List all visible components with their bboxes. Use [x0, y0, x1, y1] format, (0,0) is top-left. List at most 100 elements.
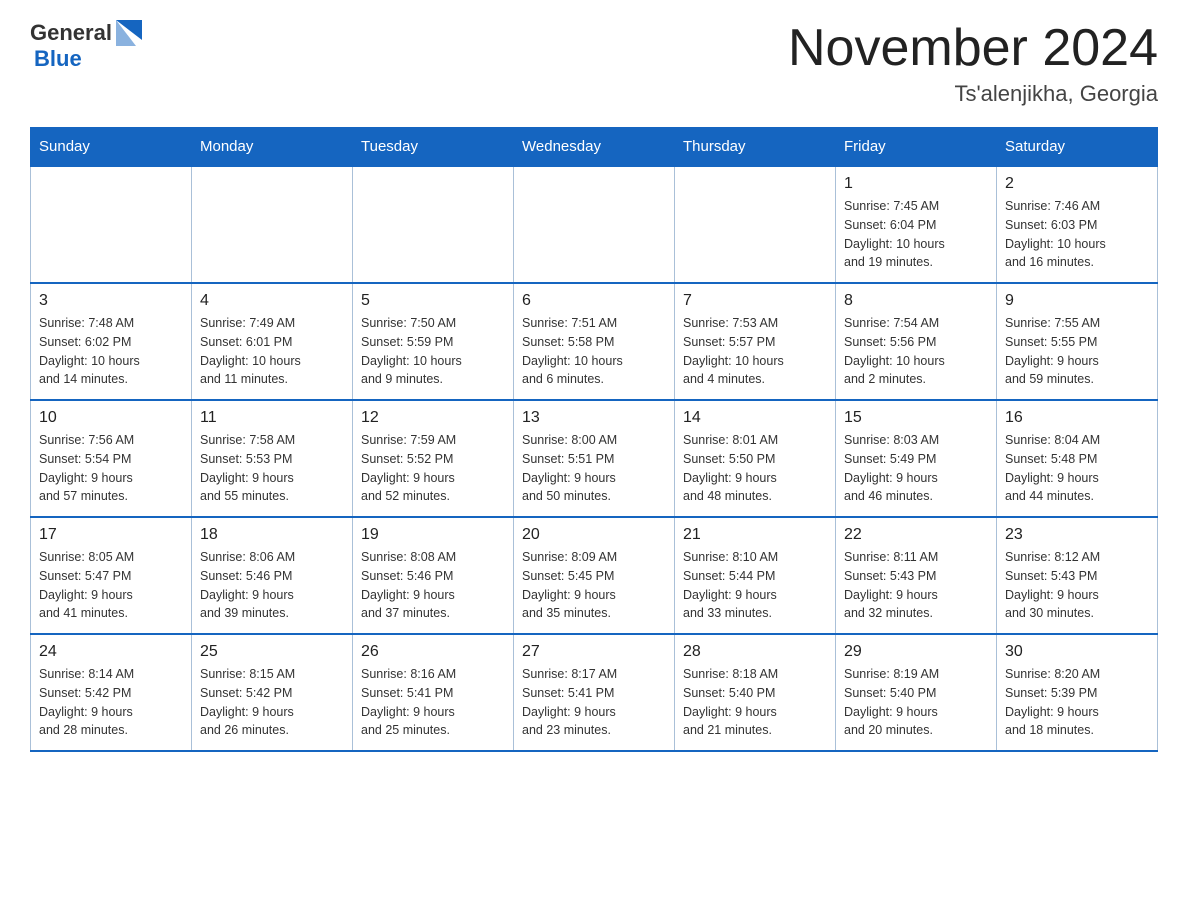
day-header-thursday: Thursday: [675, 128, 836, 167]
calendar-cell: 15 Sunrise: 8:03 AM Sunset: 5:49 PM Dayli…: [836, 400, 997, 517]
day-header-friday: Friday: [836, 128, 997, 167]
logo-blue-text: Blue: [34, 46, 82, 72]
day-header-tuesday: Tuesday: [353, 128, 514, 167]
day-number: 8: [844, 292, 988, 310]
day-info: Sunrise: 7:50 AM Sunset: 5:59 PM Dayligh…: [361, 314, 505, 389]
day-info: Sunrise: 8:01 AM Sunset: 5:50 PM Dayligh…: [683, 431, 827, 506]
day-number: 4: [200, 292, 344, 310]
day-info: Sunrise: 8:03 AM Sunset: 5:49 PM Dayligh…: [844, 431, 988, 506]
day-number: 22: [844, 526, 988, 544]
day-info: Sunrise: 8:20 AM Sunset: 5:39 PM Dayligh…: [1005, 665, 1149, 740]
day-number: 18: [200, 526, 344, 544]
day-info: Sunrise: 8:15 AM Sunset: 5:42 PM Dayligh…: [200, 665, 344, 740]
calendar-cell: 7Sunrise: 7:53 AM Sunset: 5:57 PM Daylig…: [675, 283, 836, 400]
day-info: Sunrise: 8:16 AM Sunset: 5:41 PM Dayligh…: [361, 665, 505, 740]
day-info: Sunrise: 8:19 AM Sunset: 5:40 PM Dayligh…: [844, 665, 988, 740]
day-info: Sunrise: 8:05 AM Sunset: 5:47 PM Dayligh…: [39, 548, 183, 623]
day-number: 27: [522, 643, 666, 661]
calendar-cell: 28Sunrise: 8:18 AM Sunset: 5:40 PM Dayli…: [675, 634, 836, 751]
day-number: 23: [1005, 526, 1149, 544]
logo: General Blue: [30, 20, 142, 72]
calendar-week-2: 3Sunrise: 7:48 AM Sunset: 6:02 PM Daylig…: [31, 283, 1158, 400]
day-info: Sunrise: 8:14 AM Sunset: 5:42 PM Dayligh…: [39, 665, 183, 740]
calendar-cell: 10Sunrise: 7:56 AM Sunset: 5:54 PM Dayli…: [31, 400, 192, 517]
day-info: Sunrise: 7:55 AM Sunset: 5:55 PM Dayligh…: [1005, 314, 1149, 389]
day-info: Sunrise: 8:04 AM Sunset: 5:48 PM Dayligh…: [1005, 431, 1149, 506]
calendar-cell: 25 Sunrise: 8:15 AM Sunset: 5:42 PM Dayli…: [192, 634, 353, 751]
calendar-cell: 30 Sunrise: 8:20 AM Sunset: 5:39 PM Dayli…: [997, 634, 1158, 751]
day-number: 9: [1005, 292, 1149, 310]
day-info: Sunrise: 8:10 AM Sunset: 5:44 PM Dayligh…: [683, 548, 827, 623]
calendar-cell: 29 Sunrise: 8:19 AM Sunset: 5:40 PM Dayli…: [836, 634, 997, 751]
calendar-cell: 11Sunrise: 7:58 AM Sunset: 5:53 PM Dayli…: [192, 400, 353, 517]
calendar-cell: 9 Sunrise: 7:55 AM Sunset: 5:55 PM Daylig…: [997, 283, 1158, 400]
calendar-cell: [514, 166, 675, 283]
day-number: 24: [39, 643, 183, 661]
day-number: 30: [1005, 643, 1149, 661]
logo-general-text: General: [30, 20, 112, 46]
page-header: General Blue November 2024 Ts'alenjikha,…: [30, 20, 1158, 107]
day-info: Sunrise: 8:06 AM Sunset: 5:46 PM Dayligh…: [200, 548, 344, 623]
day-number: 29: [844, 643, 988, 661]
calendar-cell: 19 Sunrise: 8:08 AM Sunset: 5:46 PM Dayli…: [353, 517, 514, 634]
day-info: Sunrise: 7:59 AM Sunset: 5:52 PM Dayligh…: [361, 431, 505, 506]
day-info: Sunrise: 7:53 AM Sunset: 5:57 PM Dayligh…: [683, 314, 827, 389]
calendar-week-3: 10Sunrise: 7:56 AM Sunset: 5:54 PM Dayli…: [31, 400, 1158, 517]
calendar-cell: 5Sunrise: 7:50 AM Sunset: 5:59 PM Daylig…: [353, 283, 514, 400]
calendar-cell: 22 Sunrise: 8:11 AM Sunset: 5:43 PM Dayli…: [836, 517, 997, 634]
location: Ts'alenjikha, Georgia: [788, 81, 1158, 107]
calendar-cell: 12 Sunrise: 7:59 AM Sunset: 5:52 PM Dayli…: [353, 400, 514, 517]
day-info: Sunrise: 8:00 AM Sunset: 5:51 PM Dayligh…: [522, 431, 666, 506]
day-header-sunday: Sunday: [31, 128, 192, 167]
calendar-cell: 8Sunrise: 7:54 AM Sunset: 5:56 PM Daylig…: [836, 283, 997, 400]
calendar-cell: 21 Sunrise: 8:10 AM Sunset: 5:44 PM Dayli…: [675, 517, 836, 634]
calendar-cell: 18 Sunrise: 8:06 AM Sunset: 5:46 PM Dayli…: [192, 517, 353, 634]
calendar-cell: 4 Sunrise: 7:49 AM Sunset: 6:01 PM Daylig…: [192, 283, 353, 400]
day-number: 12: [361, 409, 505, 427]
day-info: Sunrise: 8:08 AM Sunset: 5:46 PM Dayligh…: [361, 548, 505, 623]
calendar: SundayMondayTuesdayWednesdayThursdayFrid…: [30, 127, 1158, 752]
calendar-cell: 17 Sunrise: 8:05 AM Sunset: 5:47 PM Dayli…: [31, 517, 192, 634]
day-number: 1: [844, 175, 988, 193]
calendar-cell: 16Sunrise: 8:04 AM Sunset: 5:48 PM Dayli…: [997, 400, 1158, 517]
day-number: 26: [361, 643, 505, 661]
day-number: 11: [200, 409, 344, 427]
day-number: 25: [200, 643, 344, 661]
title-block: November 2024 Ts'alenjikha, Georgia: [788, 20, 1158, 107]
day-info: Sunrise: 7:45 AM Sunset: 6:04 PM Dayligh…: [844, 197, 988, 272]
day-number: 19: [361, 526, 505, 544]
day-info: Sunrise: 8:17 AM Sunset: 5:41 PM Dayligh…: [522, 665, 666, 740]
calendar-cell: 2 Sunrise: 7:46 AM Sunset: 6:03 PM Daylig…: [997, 166, 1158, 283]
day-number: 21: [683, 526, 827, 544]
day-number: 2: [1005, 175, 1149, 193]
day-number: 13: [522, 409, 666, 427]
day-number: 20: [522, 526, 666, 544]
calendar-cell: 14Sunrise: 8:01 AM Sunset: 5:50 PM Dayli…: [675, 400, 836, 517]
calendar-cell: [192, 166, 353, 283]
calendar-week-4: 17 Sunrise: 8:05 AM Sunset: 5:47 PM Dayli…: [31, 517, 1158, 634]
calendar-header-row: SundayMondayTuesdayWednesdayThursdayFrid…: [31, 128, 1158, 167]
calendar-cell: 6 Sunrise: 7:51 AM Sunset: 5:58 PM Daylig…: [514, 283, 675, 400]
calendar-cell: [31, 166, 192, 283]
day-number: 3: [39, 292, 183, 310]
calendar-week-1: 1 Sunrise: 7:45 AM Sunset: 6:04 PM Daylig…: [31, 166, 1158, 283]
day-info: Sunrise: 7:46 AM Sunset: 6:03 PM Dayligh…: [1005, 197, 1149, 272]
day-header-saturday: Saturday: [997, 128, 1158, 167]
calendar-cell: 26 Sunrise: 8:16 AM Sunset: 5:41 PM Dayli…: [353, 634, 514, 751]
calendar-cell: 1 Sunrise: 7:45 AM Sunset: 6:04 PM Daylig…: [836, 166, 997, 283]
calendar-cell: 24 Sunrise: 8:14 AM Sunset: 5:42 PM Dayli…: [31, 634, 192, 751]
day-info: Sunrise: 7:51 AM Sunset: 5:58 PM Dayligh…: [522, 314, 666, 389]
day-number: 17: [39, 526, 183, 544]
calendar-cell: 20Sunrise: 8:09 AM Sunset: 5:45 PM Dayli…: [514, 517, 675, 634]
calendar-cell: 3Sunrise: 7:48 AM Sunset: 6:02 PM Daylig…: [31, 283, 192, 400]
calendar-cell: [353, 166, 514, 283]
day-number: 15: [844, 409, 988, 427]
calendar-week-5: 24 Sunrise: 8:14 AM Sunset: 5:42 PM Dayli…: [31, 634, 1158, 751]
day-number: 28: [683, 643, 827, 661]
day-info: Sunrise: 7:56 AM Sunset: 5:54 PM Dayligh…: [39, 431, 183, 506]
day-number: 6: [522, 292, 666, 310]
calendar-cell: 23Sunrise: 8:12 AM Sunset: 5:43 PM Dayli…: [997, 517, 1158, 634]
calendar-cell: [675, 166, 836, 283]
day-info: Sunrise: 7:49 AM Sunset: 6:01 PM Dayligh…: [200, 314, 344, 389]
day-info: Sunrise: 8:11 AM Sunset: 5:43 PM Dayligh…: [844, 548, 988, 623]
